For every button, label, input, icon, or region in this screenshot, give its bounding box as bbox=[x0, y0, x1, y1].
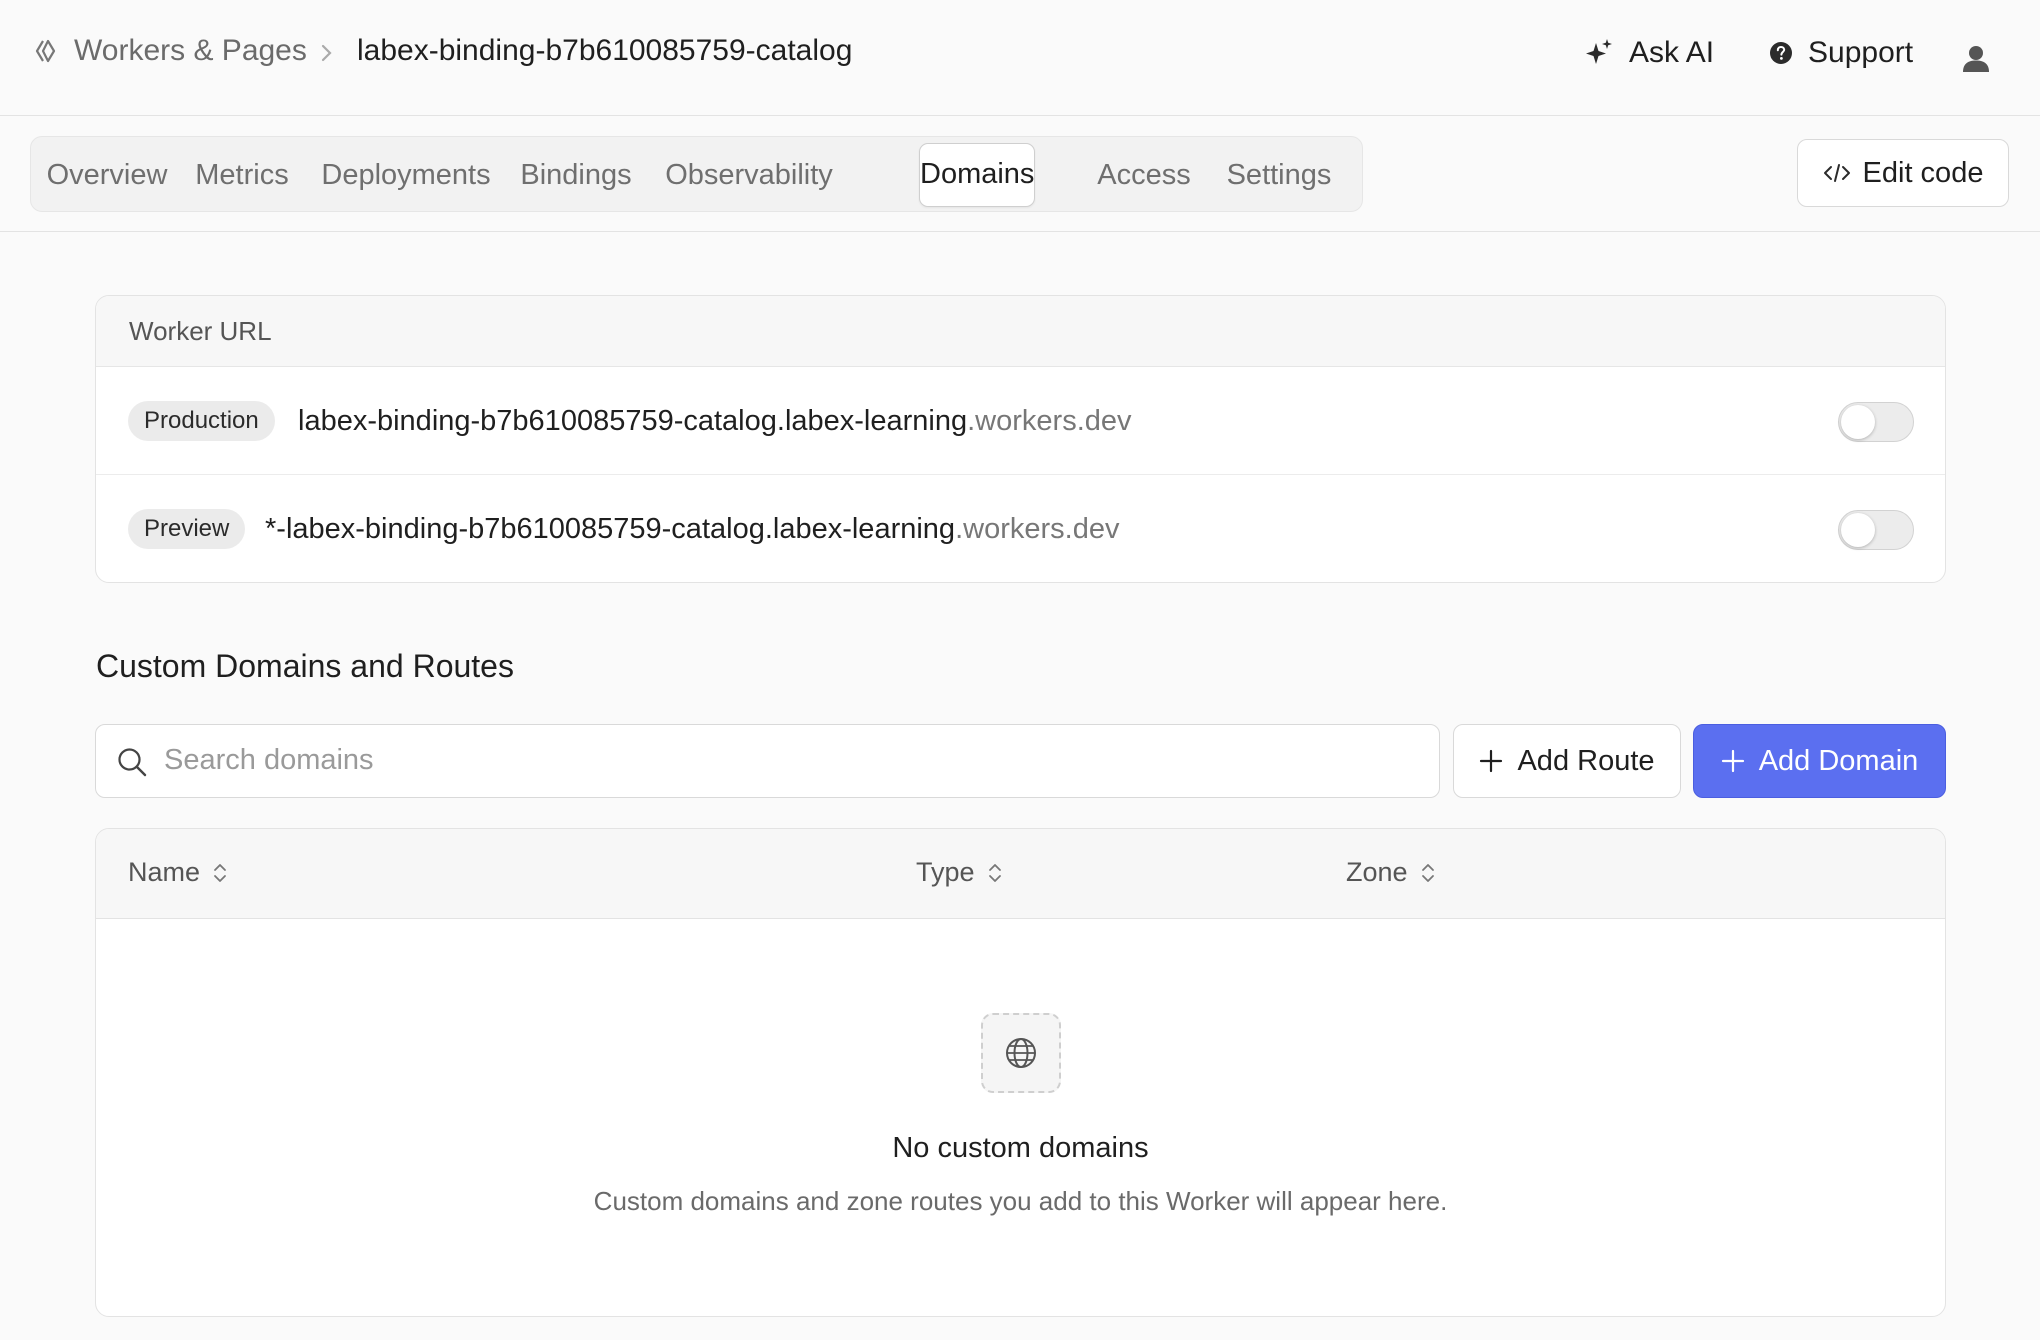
worker-url-row-preview: Preview *-labex-binding-b7b610085759-cat… bbox=[96, 475, 1945, 582]
search-icon bbox=[118, 748, 147, 777]
workers-icon bbox=[35, 39, 56, 63]
column-name-label: Name bbox=[128, 857, 201, 887]
ask-ai-label: Ask AI bbox=[1629, 36, 1715, 69]
add-domain-button[interactable]: Add Domain bbox=[1693, 724, 1946, 798]
preview-url-toggle[interactable] bbox=[1838, 510, 1914, 550]
preview-url[interactable]: *-labex-binding-b7b610085759-catalog.lab… bbox=[265, 509, 1119, 549]
add-route-label: Add Route bbox=[1517, 744, 1655, 777]
code-icon bbox=[1823, 164, 1850, 182]
empty-state-title: No custom domains bbox=[892, 1132, 1149, 1164]
user-icon[interactable] bbox=[1961, 43, 1991, 73]
production-url-host: labex-binding-b7b610085759-catalog.labex… bbox=[298, 405, 968, 437]
sort-icon bbox=[1421, 863, 1434, 882]
breadcrumb-root[interactable]: Workers & Pages bbox=[34, 34, 307, 68]
custom-domains-title: Custom Domains and Routes bbox=[96, 648, 514, 684]
breadcrumb-current: labex-binding-b7b610085759-catalog bbox=[357, 34, 852, 68]
preview-url-host: *-labex-binding-b7b610085759-catalog.lab… bbox=[265, 513, 956, 545]
search-input[interactable] bbox=[164, 725, 1424, 796]
column-header-type[interactable]: Type bbox=[916, 857, 1003, 888]
toggle-knob bbox=[1841, 513, 1875, 547]
production-badge: Production bbox=[128, 401, 275, 441]
tab-domains[interactable]: Domains bbox=[919, 143, 1036, 207]
domains-table: Name Type Zone No custom domains Custom … bbox=[95, 828, 1946, 1317]
plus-icon bbox=[1480, 749, 1503, 773]
toggle-knob bbox=[1841, 405, 1875, 439]
support-label: Support bbox=[1808, 36, 1914, 69]
production-url[interactable]: labex-binding-b7b610085759-catalog.labex… bbox=[298, 401, 1132, 441]
worker-url-card: Worker URL Production labex-binding-b7b6… bbox=[95, 295, 1946, 583]
top-bar: Workers & Pages labex-binding-b7b6100857… bbox=[0, 0, 2040, 116]
column-header-zone[interactable]: Zone bbox=[1346, 857, 1436, 888]
preview-url-suffix: .workers.dev bbox=[955, 513, 1120, 545]
add-route-button[interactable]: Add Route bbox=[1453, 724, 1681, 798]
tab-metrics[interactable]: Metrics bbox=[181, 143, 303, 207]
table-header: Name Type Zone bbox=[96, 829, 1945, 919]
tab-list: Overview Metrics Deployments Bindings Ob… bbox=[30, 136, 1363, 212]
empty-state-description: Custom domains and zone routes you add t… bbox=[593, 1186, 1448, 1216]
production-url-suffix: .workers.dev bbox=[967, 405, 1132, 437]
tab-observability[interactable]: Observability bbox=[649, 143, 849, 207]
breadcrumb-root-label: Workers & Pages bbox=[74, 34, 307, 67]
add-domain-label: Add Domain bbox=[1758, 744, 1919, 777]
worker-url-title: Worker URL bbox=[96, 296, 1945, 367]
plus-icon bbox=[1721, 749, 1744, 773]
empty-state-icon-box bbox=[981, 1013, 1061, 1093]
worker-name: labex-binding-b7b610085759-catalog bbox=[357, 34, 853, 67]
tab-bindings[interactable]: Bindings bbox=[509, 143, 643, 207]
sparkle-icon bbox=[1586, 39, 1612, 64]
tab-settings[interactable]: Settings bbox=[1205, 143, 1353, 207]
sort-icon bbox=[214, 863, 226, 882]
column-type-label: Type bbox=[916, 857, 975, 887]
production-url-toggle[interactable] bbox=[1838, 402, 1914, 442]
ask-ai-button[interactable]: Ask AI bbox=[1583, 36, 1714, 70]
help-circle-icon bbox=[1770, 42, 1792, 64]
tab-access[interactable]: Access bbox=[1089, 143, 1199, 207]
support-button[interactable]: Support bbox=[1768, 36, 1913, 70]
tab-deployments[interactable]: Deployments bbox=[309, 143, 503, 207]
chevron-right-icon bbox=[321, 44, 332, 62]
worker-url-row-production: Production labex-binding-b7b610085759-ca… bbox=[96, 367, 1945, 475]
tab-overview[interactable]: Overview bbox=[39, 143, 175, 207]
tab-bar: Overview Metrics Deployments Bindings Ob… bbox=[0, 116, 2040, 232]
edit-code-label: Edit code bbox=[1862, 156, 1984, 189]
column-zone-label: Zone bbox=[1346, 857, 1408, 887]
column-header-name[interactable]: Name bbox=[128, 857, 228, 888]
edit-code-button[interactable]: Edit code bbox=[1797, 139, 2009, 207]
sort-icon bbox=[988, 863, 1001, 882]
search-box bbox=[95, 724, 1440, 798]
preview-badge: Preview bbox=[128, 509, 246, 549]
globe-icon bbox=[1006, 1038, 1036, 1068]
